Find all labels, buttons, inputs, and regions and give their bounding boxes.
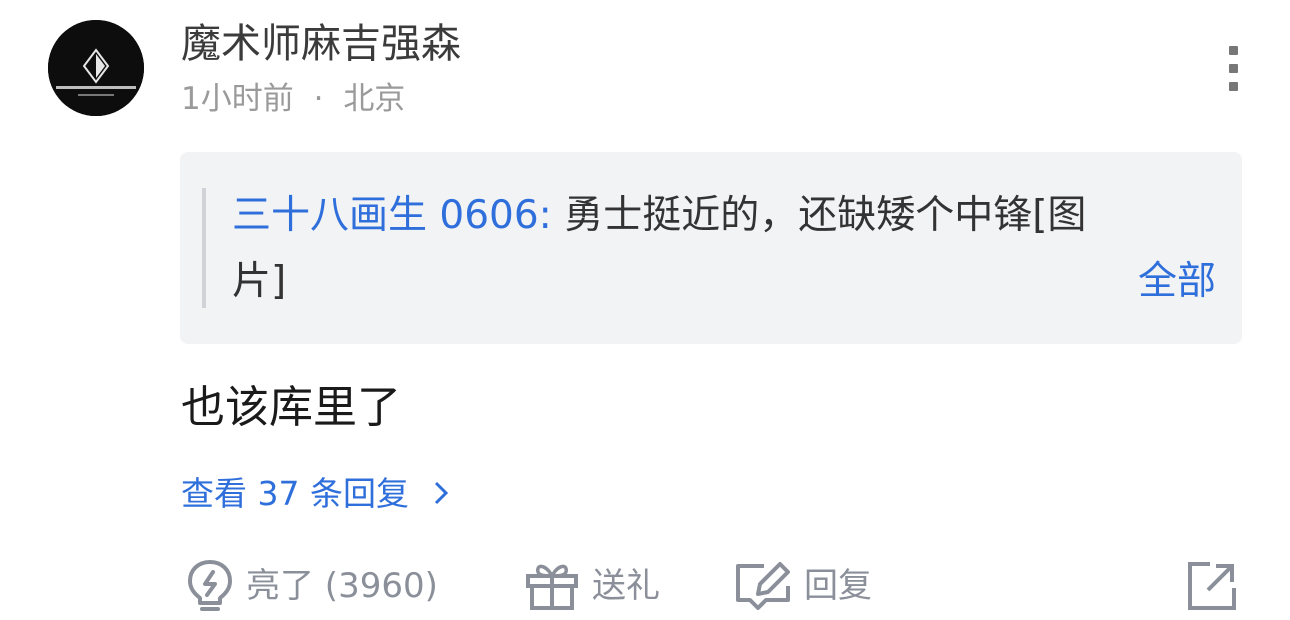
view-replies-label: 查看 37 条回复 bbox=[181, 474, 409, 513]
view-replies-link[interactable]: 查看 37 条回复 bbox=[181, 468, 449, 520]
more-options-icon[interactable] bbox=[1214, 42, 1254, 94]
reply-label: 回复 bbox=[804, 566, 872, 606]
meta-separator: · bbox=[313, 81, 324, 117]
gift-label: 送礼 bbox=[592, 566, 660, 606]
reply-edit-icon bbox=[736, 562, 790, 610]
quote-expand-link[interactable]: 全部 bbox=[1138, 252, 1216, 312]
post-time: 1小时前 bbox=[181, 81, 294, 117]
like-button[interactable]: 亮了 (3960) bbox=[186, 556, 438, 616]
post-location: 北京 bbox=[343, 81, 406, 117]
reply-button[interactable]: 回复 bbox=[734, 556, 872, 616]
chevron-right-icon bbox=[435, 481, 449, 504]
quote-bar bbox=[202, 188, 206, 308]
quote-line-1: 三十八画生 0606: 勇士挺近的，还缺矮个中锋[图 bbox=[232, 186, 1086, 246]
share-icon[interactable] bbox=[1186, 560, 1238, 612]
quote-text-2: 片] bbox=[232, 259, 287, 304]
quote-author[interactable]: 三十八画生 0606: bbox=[232, 193, 552, 238]
post-meta: 1小时前 · 北京 bbox=[181, 78, 405, 120]
comment-text: 也该库里了 bbox=[181, 382, 401, 433]
user-avatar[interactable] bbox=[48, 20, 144, 116]
gift-button[interactable]: 送礼 bbox=[524, 556, 660, 616]
like-label: 亮了 (3960) bbox=[246, 566, 438, 606]
diamond-logo-icon bbox=[48, 20, 144, 116]
quoted-comment[interactable]: 三十八画生 0606: 勇士挺近的，还缺矮个中锋[图 片] 全部 bbox=[180, 152, 1242, 344]
lightbulb-icon bbox=[188, 560, 232, 611]
gift-icon bbox=[526, 564, 578, 610]
username[interactable]: 魔术师麻吉强森 bbox=[181, 18, 461, 70]
quote-text-1: 勇士挺近的，还缺矮个中锋[图 bbox=[551, 193, 1087, 238]
